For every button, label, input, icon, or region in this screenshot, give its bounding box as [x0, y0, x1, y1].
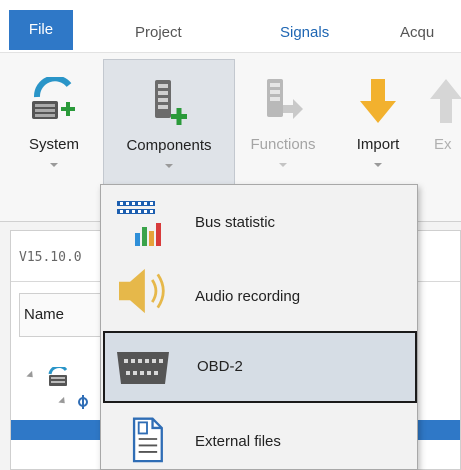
menu-item-bus-statistic[interactable]: Bus statistic — [107, 191, 413, 255]
tab-file[interactable]: File — [9, 10, 73, 50]
functions-label: Functions — [250, 136, 316, 153]
functions-button[interactable]: Functions — [232, 59, 334, 187]
functions-icon — [267, 79, 303, 119]
tab-acquisition[interactable]: Acqu — [400, 14, 434, 52]
formula-icon — [78, 395, 88, 409]
device-icon — [48, 367, 68, 386]
menu-item-external-files[interactable]: External files — [107, 407, 413, 470]
system-button[interactable]: System — [4, 59, 104, 187]
export-button[interactable]: Ex — [420, 59, 461, 187]
menu-item-audio-recording[interactable]: Audio recording — [107, 265, 413, 329]
menu-item-label: External files — [195, 433, 281, 450]
speaker-icon — [119, 268, 165, 314]
components-dropdown-menu: Bus statistic Audio recording OBD-2 Exte… — [100, 184, 418, 470]
chevron-down-icon — [50, 163, 58, 167]
chevron-down-icon — [374, 163, 382, 167]
components-button[interactable]: Components — [103, 59, 235, 187]
expand-arrow-icon[interactable] — [26, 370, 36, 381]
import-label: Import — [356, 136, 400, 153]
menu-item-label: Bus statistic — [195, 214, 276, 231]
components-label: Components — [126, 137, 212, 154]
system-label: System — [28, 136, 79, 153]
system-icon — [32, 77, 75, 119]
menu-item-label: OBD-2 — [197, 358, 243, 375]
import-button[interactable]: Import — [336, 59, 420, 187]
chevron-down-icon — [279, 163, 287, 167]
obd-connector-icon — [117, 352, 169, 384]
document-icon — [132, 417, 163, 463]
components-icon — [155, 80, 187, 125]
chevron-down-icon — [165, 164, 173, 168]
tab-signals[interactable]: Signals — [280, 14, 329, 52]
ribbon-tab-bar: File Project Signals Acqu — [0, 0, 461, 52]
expand-arrow-icon[interactable] — [58, 396, 68, 407]
tab-project[interactable]: Project — [135, 14, 182, 52]
bus-statistic-icon — [117, 201, 161, 246]
menu-item-label: Audio recording — [195, 288, 301, 305]
version-label: V15.10.0 — [19, 250, 82, 265]
menu-item-obd-2[interactable]: OBD-2 — [103, 331, 417, 403]
export-arrow-icon — [430, 79, 461, 123]
import-arrow-icon — [360, 79, 396, 123]
export-label: Ex — [434, 136, 452, 153]
